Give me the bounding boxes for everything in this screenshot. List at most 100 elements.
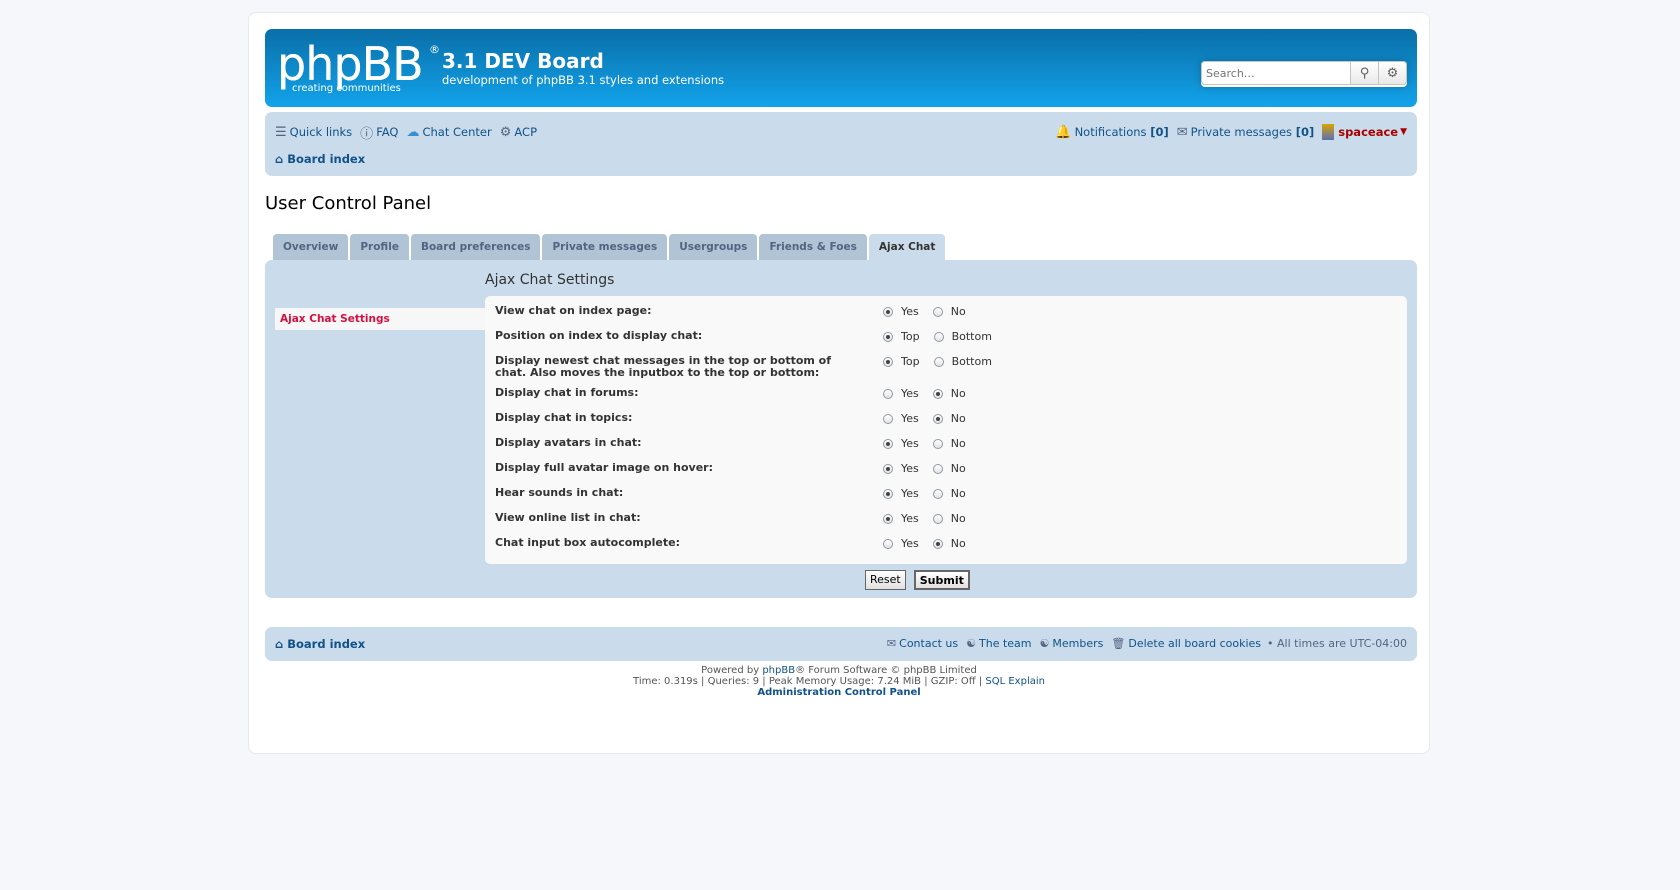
radio-button[interactable] xyxy=(932,463,943,474)
radio-button[interactable] xyxy=(932,388,943,399)
radio-button[interactable] xyxy=(932,513,943,524)
chat-center-link[interactable]: ☁ Chat Center xyxy=(406,125,491,140)
option-1[interactable]: Yes xyxy=(883,512,919,525)
radio-button[interactable] xyxy=(883,513,893,524)
delete-cookies-link[interactable]: 🗑 Delete all board cookies xyxy=(1111,637,1261,650)
option-2[interactable]: No xyxy=(932,305,966,318)
acp-footer-link[interactable]: Administration Control Panel xyxy=(757,687,920,698)
radio-button[interactable] xyxy=(883,438,893,449)
tab-private-messages[interactable]: Private messages xyxy=(542,234,668,260)
option-1-label: Yes xyxy=(901,387,919,400)
radio-button[interactable] xyxy=(933,331,944,342)
reset-button[interactable]: Reset xyxy=(865,570,906,590)
option-1-label: Yes xyxy=(901,412,919,425)
radio-button[interactable] xyxy=(883,306,893,317)
powered-suffix: ® Forum Software © phpBB Limited xyxy=(795,665,977,676)
setting-row: Hear sounds in chat: Yes No xyxy=(495,487,1397,509)
option-1-label: Yes xyxy=(901,537,919,550)
envelope-icon: ✉ xyxy=(886,637,897,650)
option-2[interactable]: No xyxy=(932,437,966,450)
tab-board-preferences[interactable]: Board preferences xyxy=(410,234,541,260)
setting-label: Display chat in topics: xyxy=(495,411,633,424)
footer-breadcrumb[interactable]: ⌂ Board index xyxy=(275,637,365,651)
option-2[interactable]: No xyxy=(932,412,966,425)
radio-button[interactable] xyxy=(933,356,944,367)
tab-overview[interactable]: Overview xyxy=(273,234,349,260)
site-logo[interactable]: phpBB ® creating communities xyxy=(277,37,440,97)
setting-options: Yes No xyxy=(883,437,980,450)
cogs-icon: ⚙ xyxy=(499,124,512,140)
radio-button[interactable] xyxy=(883,356,893,367)
option-1[interactable]: Yes xyxy=(883,537,919,550)
radio-button[interactable] xyxy=(883,413,893,424)
radio-button[interactable] xyxy=(932,306,943,317)
page-wrap: phpBB ® creating communities 3.1 DEV Boa… xyxy=(248,12,1430,754)
option-2[interactable]: Bottom xyxy=(933,330,992,343)
option-2[interactable]: Bottom xyxy=(933,355,992,368)
setting-row: Display chat in topics: Yes No xyxy=(495,412,1397,434)
submit-button[interactable]: Submit xyxy=(913,570,970,590)
search-button[interactable]: ⚲ xyxy=(1351,61,1379,85)
option-1[interactable]: Yes xyxy=(883,462,919,475)
private-messages-link[interactable]: ✉ Private messages [0] xyxy=(1177,125,1315,140)
radio-button[interactable] xyxy=(883,538,893,549)
option-1[interactable]: Yes xyxy=(883,412,919,425)
radio-button[interactable] xyxy=(932,538,943,549)
tab-ajax-chat[interactable]: Ajax Chat xyxy=(868,234,946,261)
radio-button[interactable] xyxy=(883,388,893,399)
tab-profile[interactable]: Profile xyxy=(350,234,409,260)
radio-button[interactable] xyxy=(932,488,943,499)
radio-button[interactable] xyxy=(883,463,893,474)
option-1[interactable]: Yes xyxy=(883,437,919,450)
members-label: Members xyxy=(1052,637,1104,650)
acp-label: ACP xyxy=(514,125,538,139)
faq-link[interactable]: ⓘ FAQ xyxy=(360,123,398,142)
option-2[interactable]: No xyxy=(932,462,966,475)
form-buttons: Reset Submit xyxy=(865,570,978,590)
setting-label: Display full avatar image on hover: xyxy=(495,461,713,474)
advanced-search-button[interactable]: ⚙ xyxy=(1379,61,1407,85)
team-link[interactable]: ☯ The team xyxy=(966,637,1031,650)
option-2[interactable]: No xyxy=(932,537,966,550)
radio-button[interactable] xyxy=(883,488,893,499)
radio-button[interactable] xyxy=(932,438,943,449)
option-2[interactable]: No xyxy=(932,512,966,525)
user-menu[interactable]: spaceace ▼ xyxy=(1322,124,1407,140)
phpbb-link[interactable]: phpBB xyxy=(762,665,795,676)
site-title: 3.1 DEV Board xyxy=(442,49,604,73)
setting-label: Chat input box autocomplete: xyxy=(495,536,680,549)
setting-options: Yes No xyxy=(883,462,980,475)
setting-options: Yes No xyxy=(883,387,980,400)
copyright: Powered by phpBB® Forum Software © phpBB… xyxy=(249,665,1429,698)
acp-link[interactable]: ⚙ ACP xyxy=(500,125,537,140)
tab-usergroups[interactable]: Usergroups xyxy=(669,234,758,260)
radio-button[interactable] xyxy=(932,413,943,424)
faq-label: FAQ xyxy=(376,125,399,139)
search-input[interactable] xyxy=(1201,61,1351,85)
option-1[interactable]: Yes xyxy=(883,387,919,400)
option-1[interactable]: Top xyxy=(883,355,920,368)
gear-icon: ⚙ xyxy=(1386,65,1399,81)
sql-explain-link[interactable]: SQL Explain xyxy=(985,676,1045,687)
search-icon: ⚲ xyxy=(1359,65,1370,81)
option-1[interactable]: Top xyxy=(883,330,920,343)
members-link[interactable]: ☯ Members xyxy=(1040,637,1104,650)
option-1[interactable]: Yes xyxy=(883,487,919,500)
option-2[interactable]: No xyxy=(932,487,966,500)
settings-form: View chat on index page: Yes No Position on… xyxy=(485,296,1407,564)
option-1[interactable]: Yes xyxy=(883,305,919,318)
tab-friends-foes[interactable]: Friends & Foes xyxy=(759,234,867,260)
contact-link[interactable]: ✉ Contact us xyxy=(887,637,958,650)
bell-icon: 🔔 xyxy=(1055,124,1072,140)
users-icon: ☯ xyxy=(1039,637,1050,650)
footer-board-index: Board index xyxy=(287,637,366,651)
option-1-label: Yes xyxy=(901,462,919,475)
option-2[interactable]: No xyxy=(932,387,966,400)
team-label: The team xyxy=(979,637,1032,650)
breadcrumb[interactable]: ⌂ Board index xyxy=(275,152,365,166)
radio-button[interactable] xyxy=(883,331,893,342)
notifications-link[interactable]: 🔔 Notifications [0] xyxy=(1055,125,1168,140)
quick-links-menu[interactable]: ☰ Quick links xyxy=(275,125,352,140)
sidenav-item-ajax-chat-settings[interactable]: Ajax Chat Settings xyxy=(275,308,485,330)
option-2-label: No xyxy=(950,437,966,450)
